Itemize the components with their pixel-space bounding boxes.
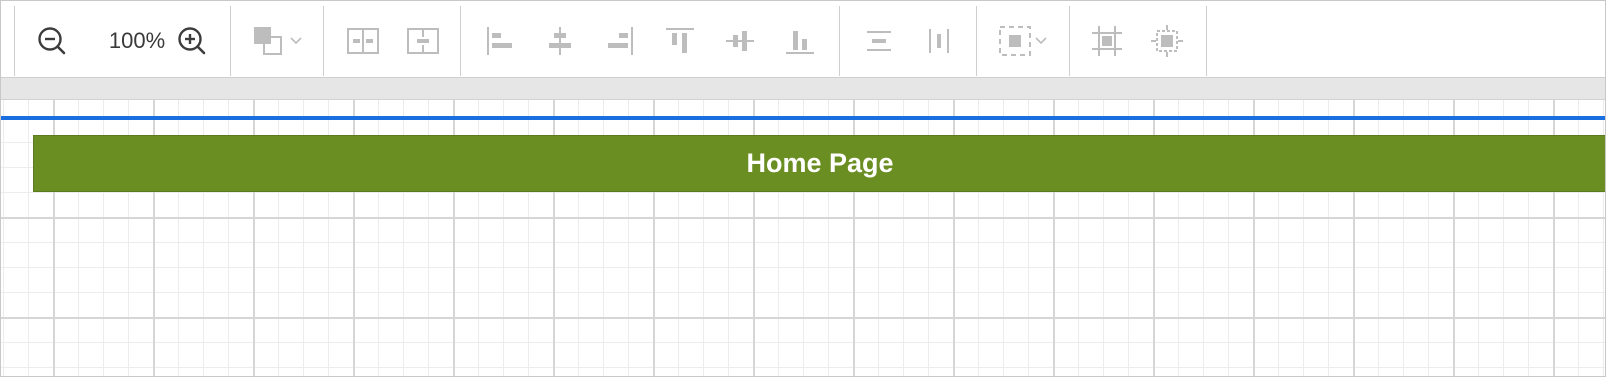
align-top-button[interactable] [655,6,705,76]
distribute-vertical-icon [406,26,440,56]
bring-to-front-icon [250,23,288,59]
align-right-button[interactable] [595,6,645,76]
zoom-out-button[interactable] [27,6,77,76]
order-dropdown-button[interactable] [243,6,311,76]
grouping-group [1069,6,1207,76]
distribute-vertical-button[interactable] [398,6,448,76]
group-icon [1090,24,1124,58]
align-middle-button[interactable] [715,6,765,76]
zoom-group: 100% [14,6,230,76]
swimlane-header[interactable]: Home Page [33,135,1605,192]
align-center-icon [544,25,576,57]
zoom-in-button[interactable] [167,6,217,76]
select-group [976,6,1069,76]
select-dropdown-button[interactable] [989,6,1057,76]
horizontal-ruler [1,78,1605,100]
align-left-icon [484,25,516,57]
ungroup-icon [1150,24,1184,58]
align-center-button[interactable] [535,6,585,76]
distribute-horizontal-button[interactable] [338,6,388,76]
select-icon [997,24,1033,58]
align-top-icon [664,25,696,57]
spacing-group [323,6,460,76]
order-group [230,6,323,76]
zoom-out-icon [35,24,69,58]
swimlane-header-label: Home Page [746,148,894,178]
same-width-button[interactable] [854,6,904,76]
align-group [460,6,839,76]
size-group [839,6,976,76]
distribute-horizontal-icon [346,26,380,56]
align-left-button[interactable] [475,6,525,76]
same-height-icon [923,25,955,57]
align-bottom-icon [784,25,816,57]
chevron-down-icon [288,33,304,49]
ungroup-button[interactable] [1142,6,1192,76]
same-height-button[interactable] [914,6,964,76]
align-right-icon [604,25,636,57]
toolbar: 100% [1,1,1605,78]
selection-guide-line [1,116,1605,120]
align-middle-icon [724,25,756,57]
chevron-down-icon [1033,33,1049,49]
align-bottom-button[interactable] [775,6,825,76]
group-button[interactable] [1082,6,1132,76]
diagram-editor: 100% Home Page [0,0,1606,377]
same-width-icon [863,25,895,57]
zoom-in-icon [175,24,209,58]
zoom-level[interactable]: 100% [105,6,169,76]
